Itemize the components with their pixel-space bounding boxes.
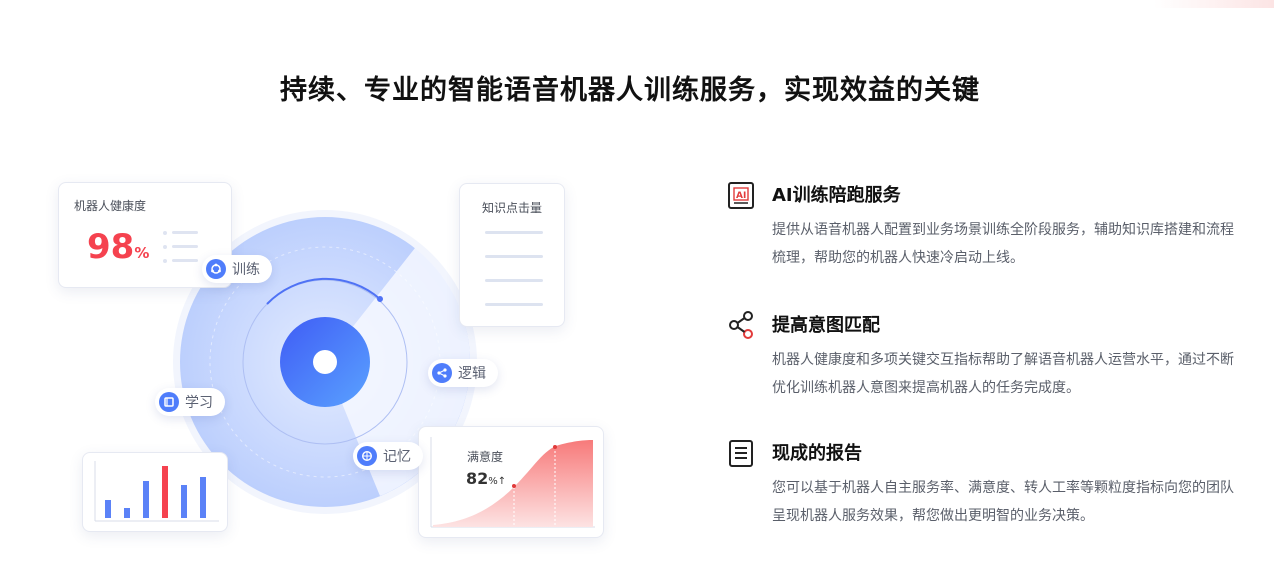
- satisfaction-value: 82%↑: [466, 469, 507, 488]
- satisfaction-card: 满意度 82%↑: [418, 426, 604, 538]
- pill-learn-label: 学习: [185, 395, 213, 411]
- bar: [124, 508, 130, 518]
- book-icon: [159, 392, 179, 412]
- health-value: 98%: [87, 227, 150, 267]
- feature-description: 您可以基于机器人自主服务率、满意度、转人工率等颗粒度指标向您的团队呈现机器人服务…: [772, 480, 1234, 524]
- pill-logic-label: 逻辑: [458, 366, 486, 382]
- bar: [143, 481, 149, 518]
- corner-decoration: [1154, 0, 1274, 8]
- pill-train: 训练: [202, 255, 272, 283]
- pill-memory: 记忆: [353, 442, 423, 470]
- illustration: 机器人健康度 98% 知识点击量 满意度 82%↑ 训练 学习 逻辑 记忆: [0, 0, 640, 582]
- bar: [105, 500, 111, 518]
- bar: [181, 485, 187, 518]
- feature-title: 提高意图匹配: [772, 315, 880, 336]
- feature-title: 现成的报告: [772, 443, 862, 464]
- svg-text:AI: AI: [736, 191, 746, 201]
- satisfaction-label: 满意度: [467, 450, 504, 464]
- bar: [162, 466, 168, 518]
- brain-icon: [357, 446, 377, 466]
- pill-logic: 逻辑: [428, 359, 498, 387]
- report-icon: [729, 440, 753, 467]
- health-label: 机器人健康度: [74, 199, 147, 213]
- bar: [200, 477, 206, 518]
- knowledge-label: 知识点击量: [481, 201, 542, 215]
- feature-description: 提供从语音机器人配置到业务场景训练全阶段服务，辅助知识库搭建和流程梳理，帮助您的…: [772, 222, 1234, 266]
- pill-train-label: 训练: [232, 262, 260, 278]
- sync-icon: [206, 259, 226, 279]
- pill-memory-label: 记忆: [383, 449, 411, 465]
- bar-chart-card: [82, 452, 228, 532]
- arrow-up-icon: ↑: [497, 476, 507, 487]
- feature-description: 机器人健康度和多项关键交互指标帮助了解语音机器人运营水平，通过不断优化训练机器人…: [772, 352, 1234, 396]
- ai-document-icon: AI: [728, 182, 754, 209]
- satisfaction-area-chart: [430, 437, 595, 528]
- share-nodes-icon: [729, 311, 753, 339]
- knowledge-card: 知识点击量: [459, 183, 565, 327]
- pill-learn: 学习: [155, 388, 225, 416]
- mini-bar-chart: [94, 461, 219, 522]
- branch-icon: [432, 363, 452, 383]
- feature-title: AI训练陪跑服务: [772, 185, 901, 206]
